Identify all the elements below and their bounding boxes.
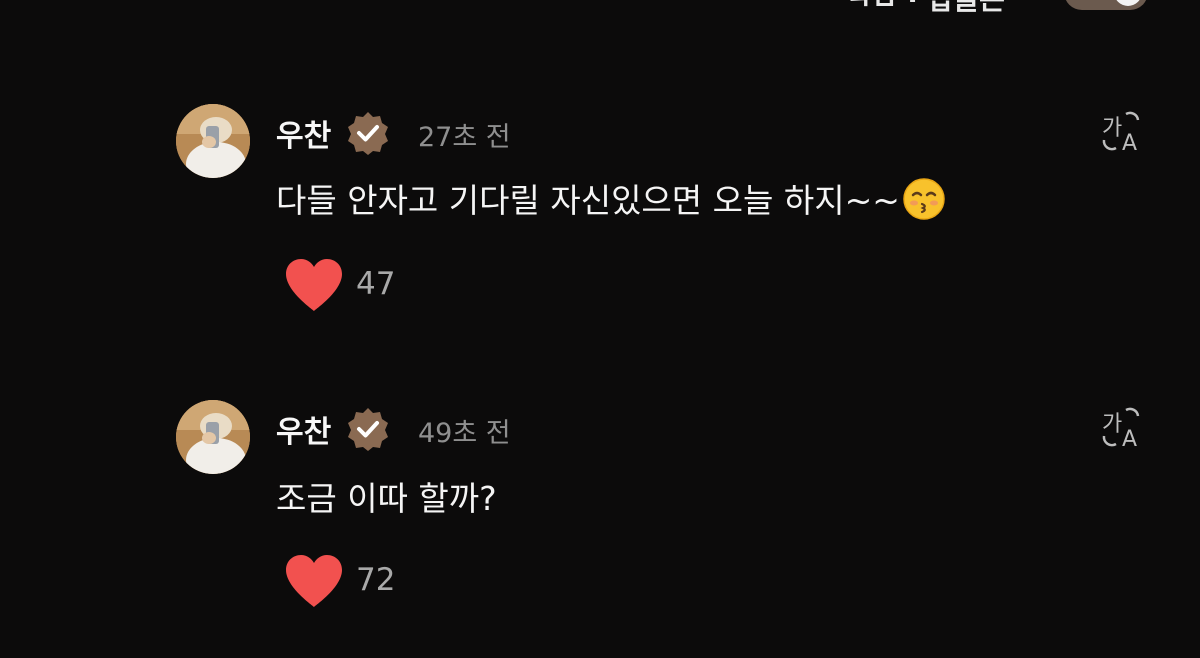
avatar[interactable] bbox=[176, 400, 250, 474]
comment-timestamp: 49초 전 bbox=[418, 418, 511, 449]
svg-text:A: A bbox=[1122, 427, 1137, 452]
comment-text: 조금 이따 할까? bbox=[276, 472, 497, 520]
like-count: 47 bbox=[356, 266, 396, 302]
svg-text:가: 가 bbox=[1102, 412, 1122, 437]
verified-badge-icon bbox=[348, 408, 388, 451]
translate-icon[interactable]: 가 A bbox=[1100, 404, 1148, 452]
comment-item: 우찬 49초 전 가 A 조금 이따 할까? 72 bbox=[0, 0, 1200, 607]
heart-icon[interactable] bbox=[282, 257, 346, 313]
username[interactable]: 우찬 bbox=[276, 407, 331, 451]
like-count: 72 bbox=[356, 562, 396, 598]
heart-icon[interactable] bbox=[282, 553, 346, 609]
comment-text-content: 조금 이따 할까? bbox=[276, 479, 497, 518]
